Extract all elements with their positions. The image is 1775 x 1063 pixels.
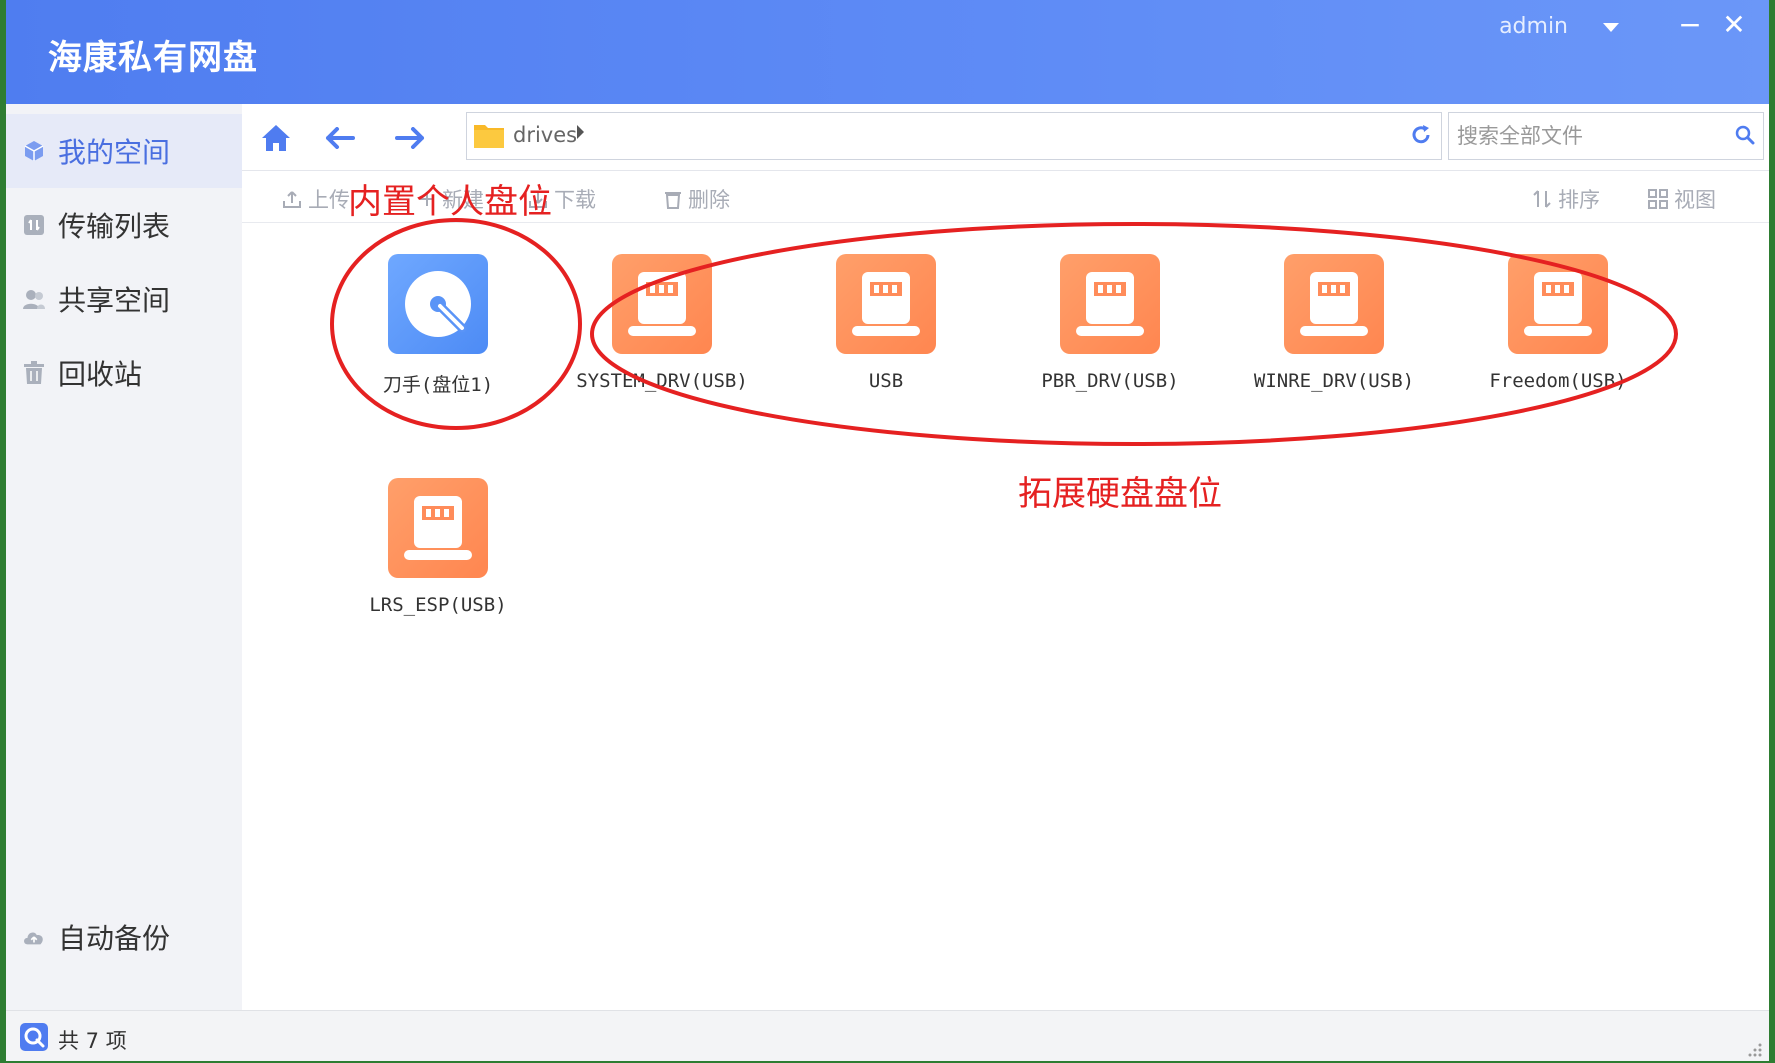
app-logo-icon [20,1023,48,1051]
file-item-internal-disk[interactable]: 刀手(盘位1) [338,254,538,397]
file-name: LRS_ESP(USB) [369,594,507,616]
sort-label: 排序 [1558,188,1600,212]
file-item-usb-drive[interactable]: Freedom(USB) [1458,254,1658,392]
arrow-left-icon [326,127,355,149]
view-label: 视图 [1674,188,1716,212]
sort-button[interactable]: 排序 [1532,184,1600,214]
download-label: 下载 [554,188,596,212]
minimize-icon: − [1678,8,1702,41]
search-icon[interactable] [1735,125,1755,145]
close-button[interactable]: ✕ [1717,8,1751,42]
navigation-bar: drives [242,104,1769,171]
arrow-right-icon [395,127,424,149]
file-name: 刀手(盘位1) [382,374,494,396]
usb-drive-icon [1508,254,1608,354]
sidebar-item-label: 回收站 [58,358,143,391]
status-bar: 共 7 项 [6,1010,1769,1061]
sort-icon [1533,190,1551,208]
chevron-down-icon [1603,22,1619,32]
folder-icon [474,125,504,148]
home-button[interactable] [254,116,298,160]
minimize-button[interactable]: − [1673,8,1707,42]
title-bar: 海康私有网盘 admin − ✕ [6,0,1769,104]
file-grid: 刀手(盘位1) SYSTEM_DRV(USB) USB PBR_DRV(USB)… [242,224,1769,1010]
grid-view-icon [1648,189,1668,209]
resize-grip-icon[interactable] [1747,1042,1763,1058]
upload-label: 上传 [308,188,350,212]
annotation-extended-label: 拓展硬盘盘位 [1018,474,1222,514]
sidebar-item-label: 自动备份 [58,922,171,955]
cloud-icon [22,925,46,949]
sidebar-item-recycle-bin[interactable]: 回收站 [6,336,242,410]
view-button[interactable]: 视图 [1648,184,1716,214]
usb-drive-icon [1060,254,1160,354]
user-menu[interactable]: admin [1499,14,1619,39]
sidebar: 我的空间 传输列表 共享空间 回收站 自动备份 [6,104,242,1010]
delete-button[interactable]: 删除 [664,184,730,214]
cube-icon [22,139,46,163]
hard-disk-icon [388,254,488,354]
back-button[interactable] [318,116,362,160]
file-item-usb-drive[interactable]: USB [786,254,986,392]
delete-label: 删除 [688,188,730,212]
trash-icon [665,192,681,209]
upload-button[interactable]: 上传 [282,184,350,214]
usb-drive-icon [388,478,488,578]
app-window: 海康私有网盘 admin − ✕ 我的空间 传输列表 共享空间 回收站 自动备份… [6,0,1769,1061]
sidebar-item-label: 我的空间 [58,136,171,169]
sidebar-item-transfer-list[interactable]: 传输列表 [6,188,242,262]
refresh-icon[interactable] [1409,123,1433,147]
file-item-usb-drive[interactable]: LRS_ESP(USB) [338,478,538,616]
usb-drive-icon [836,254,936,354]
file-name: PBR_DRV(USB) [1041,370,1179,392]
trash-icon [22,361,46,385]
usb-drive-icon [1284,254,1384,354]
file-name: SYSTEM_DRV(USB) [576,370,748,392]
file-name: WINRE_DRV(USB) [1253,370,1415,392]
item-count: 共 7 项 [58,1029,127,1053]
app-title: 海康私有网盘 [48,38,258,78]
sidebar-item-label: 传输列表 [58,210,171,243]
file-item-usb-drive[interactable]: PBR_DRV(USB) [1010,254,1210,392]
sidebar-item-auto-backup[interactable]: 自动备份 [6,900,242,974]
search-input[interactable] [1455,119,1719,153]
sidebar-item-shared-space[interactable]: 共享空间 [6,262,242,336]
breadcrumb-arrow-icon[interactable] [577,125,584,139]
search-box [1448,112,1764,160]
upload-icon [283,191,301,208]
annotation-internal-label: 内置个人盘位 [348,182,552,222]
forward-button[interactable] [388,116,432,160]
sidebar-item-label: 共享空间 [58,284,171,317]
file-item-usb-drive[interactable]: SYSTEM_DRV(USB) [562,254,762,392]
users-icon [22,287,46,311]
username: admin [1499,14,1568,39]
close-icon: ✕ [1722,8,1746,41]
home-icon [262,125,290,151]
breadcrumb-drives[interactable]: drives [513,123,577,147]
file-item-usb-drive[interactable]: WINRE_DRV(USB) [1234,254,1434,392]
path-bar[interactable]: drives [466,112,1442,160]
sidebar-item-my-space[interactable]: 我的空间 [6,114,242,188]
file-name: Freedom(USB) [1489,370,1627,392]
transfer-icon [22,213,46,237]
usb-drive-icon [612,254,712,354]
file-name: USB [868,370,904,392]
